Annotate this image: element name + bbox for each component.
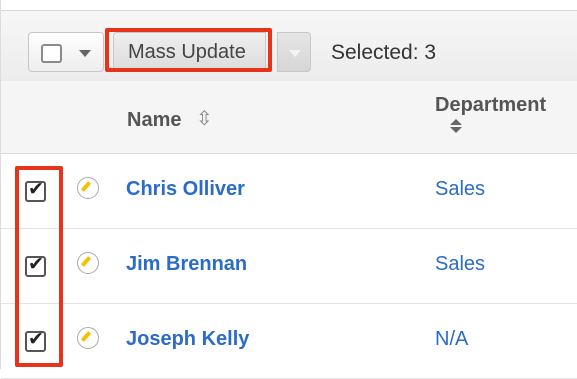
list-view-panel: Mass Update Selected: 3 Name ⇳ Departmen…: [0, 0, 577, 379]
pencil-icon[interactable]: [77, 327, 99, 349]
select-all-dropdown[interactable]: [28, 32, 104, 72]
sort-icon[interactable]: ⇳: [196, 106, 213, 130]
table-header: Name ⇳ Department: [1, 81, 577, 154]
mass-update-dropdown-button[interactable]: [277, 32, 311, 72]
selected-count: Selected: 3: [331, 41, 437, 64]
table-row: ✔ Chris Olliver Sales: [1, 154, 577, 229]
table-row: ✔ Jim Brennan Sales: [1, 229, 577, 304]
record-name-link[interactable]: Chris Olliver: [126, 178, 245, 201]
department-link[interactable]: Sales: [435, 178, 485, 201]
column-header-name[interactable]: Name: [127, 109, 181, 132]
pencil-icon[interactable]: [77, 252, 99, 274]
department-link[interactable]: N/A: [435, 328, 468, 351]
record-name-link[interactable]: Joseph Kelly: [126, 328, 249, 351]
column-header-department[interactable]: Department: [435, 94, 546, 117]
chevron-down-icon[interactable]: [79, 50, 91, 57]
table-row: ✔ Joseph Kelly N/A: [1, 304, 577, 379]
pencil-icon[interactable]: [77, 177, 99, 199]
checkbox-column-highlight: [15, 166, 63, 367]
list-toolbar: Mass Update Selected: 3: [1, 10, 577, 82]
department-link[interactable]: Sales: [435, 253, 485, 276]
checkbox-icon[interactable]: [41, 44, 62, 63]
chevron-down-icon: [289, 50, 301, 57]
record-name-link[interactable]: Jim Brennan: [126, 253, 247, 276]
mass-update-highlight: [105, 28, 272, 72]
